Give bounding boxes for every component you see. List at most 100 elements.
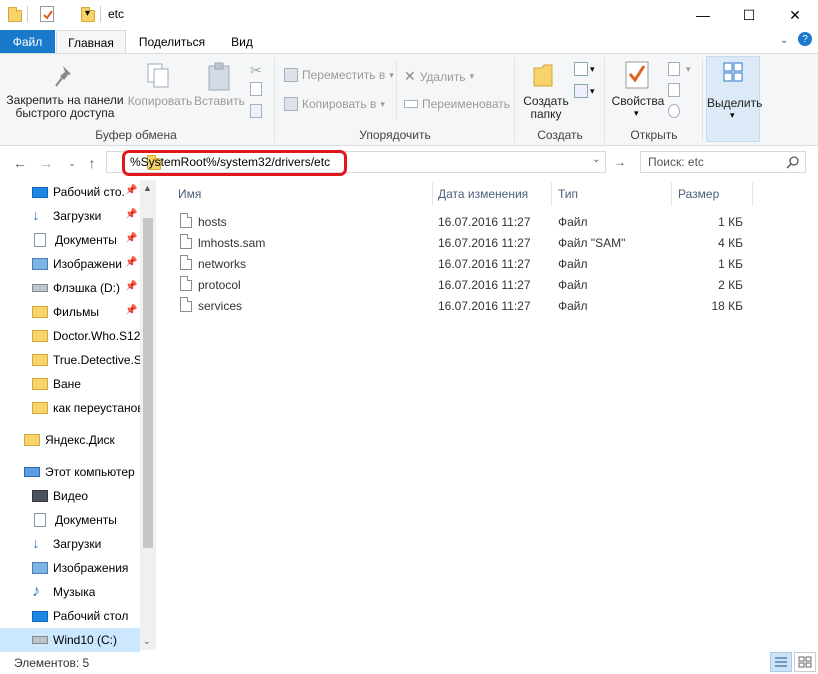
pin-icon (55, 66, 71, 87)
large-icons-view-button[interactable] (794, 652, 816, 672)
qat-dropdown-icon[interactable]: ▾ (85, 8, 90, 19)
file-icon (180, 276, 192, 291)
nav-item[interactable]: ♪ Музыка (0, 580, 140, 604)
file-row[interactable]: services 16.07.2016 11:27 Файл 18 КБ (170, 295, 755, 316)
nav-item-label: Документы (55, 233, 117, 247)
nav-item-label: Яндекс.Диск (45, 433, 115, 447)
properties-icon[interactable] (40, 6, 54, 22)
divider (100, 6, 101, 22)
nav-item-label: Музыка (53, 585, 96, 599)
nav-item[interactable]: Изображения (0, 556, 140, 580)
up-button[interactable]: ↑ (82, 153, 102, 173)
nav-item[interactable]: Документы (0, 228, 140, 252)
back-button[interactable]: ← (10, 153, 30, 173)
divider (432, 182, 433, 206)
folder-icon (32, 330, 48, 342)
nav-item[interactable]: ↓ Загрузки (0, 532, 140, 556)
nav-scroll-thumb[interactable] (143, 218, 153, 548)
collapse-ribbon-icon[interactable]: ⌄ (780, 35, 788, 46)
file-name: lmhosts.sam (198, 236, 266, 250)
copy-label: Копировать (127, 94, 193, 108)
file-name: hosts (198, 215, 227, 229)
copy-path-icon[interactable] (250, 82, 262, 96)
edit-icon[interactable] (668, 83, 680, 97)
file-type: Файл (558, 215, 588, 229)
recent-locations-icon[interactable]: ⌄ (62, 153, 82, 173)
file-row[interactable]: protocol 16.07.2016 11:27 Файл 2 КБ (170, 274, 755, 295)
tab-view[interactable]: Вид (220, 30, 264, 54)
help-icon[interactable]: ? (798, 32, 812, 46)
copy-to-label: Копировать в (302, 97, 377, 111)
nav-item-label: Doctor.Who.S12 (53, 329, 140, 343)
address-history-icon[interactable]: ⌄ (592, 154, 600, 165)
minimize-button[interactable]: — (680, 0, 726, 30)
tab-share[interactable]: Поделиться (132, 30, 212, 54)
go-icon[interactable]: → (608, 152, 632, 172)
column-date[interactable]: Дата изменения (438, 183, 548, 205)
forward-button[interactable]: → (36, 153, 56, 173)
large-icons-view-icon (798, 656, 812, 668)
easy-access-icon[interactable] (574, 84, 588, 98)
nav-item[interactable]: Рабочий стол (0, 604, 140, 628)
nav-item[interactable]: Этот компьютер (0, 460, 140, 484)
pin-icon: 📌 (125, 209, 138, 220)
scroll-up-icon[interactable]: ▲ (143, 183, 152, 193)
file-row[interactable]: lmhosts.sam 16.07.2016 11:27 Файл "SAM" 4 К… (170, 232, 755, 253)
nav-item[interactable]: Изображени (0, 252, 140, 276)
column-type[interactable]: Тип (558, 183, 668, 205)
scroll-down-icon[interactable]: ⌄ (143, 636, 151, 647)
paste-shortcut-icon[interactable] (250, 104, 262, 118)
nav-item[interactable]: Яндекс.Диск (0, 428, 140, 452)
move-to-button[interactable]: Переместить в ▾ (284, 68, 394, 82)
tab-home[interactable]: Главная (56, 30, 126, 54)
history-icon[interactable] (668, 104, 680, 118)
column-size[interactable]: Размер (678, 183, 748, 205)
select-button[interactable]: Выделить ▾ (706, 56, 762, 142)
nav-item-label: Рабочий сто. (53, 185, 125, 199)
rename-button[interactable]: Переименовать (404, 97, 510, 111)
details-view-button[interactable] (770, 652, 792, 672)
nav-item[interactable]: Рабочий сто. (0, 180, 140, 204)
nav-item[interactable]: Фильмы (0, 300, 140, 324)
column-name[interactable]: Имя (178, 183, 428, 205)
copy-button[interactable]: Копировать (126, 62, 194, 122)
new-folder-icon (533, 64, 553, 87)
pin-icon: 📌 (125, 305, 138, 316)
nav-item[interactable]: True.Detective.S (0, 348, 140, 372)
open-icon[interactable] (668, 62, 680, 76)
nav-item[interactable]: ↓ Загрузки (0, 204, 140, 228)
pin-icon: 📌 (125, 233, 138, 244)
nav-item[interactable]: Флэшка (D:) (0, 276, 140, 300)
nav-item[interactable]: Doctor.Who.S12 (0, 324, 140, 348)
nav-item[interactable]: Видео (0, 484, 140, 508)
chevron-down-icon[interactable]: ▾ (590, 86, 595, 97)
paste-button[interactable]: Вставить (194, 62, 245, 122)
tab-file[interactable]: Файл (0, 30, 55, 54)
address-path[interactable]: %SystemRoot%/system32/drivers/etc (130, 155, 330, 169)
chevron-down-icon[interactable]: ▾ (686, 64, 691, 75)
nav-item[interactable]: Wind10 (C:) (0, 628, 140, 652)
properties-button[interactable]: Свойства ▾ (610, 60, 666, 122)
chevron-down-icon[interactable]: ▾ (590, 64, 595, 75)
nav-item[interactable]: Документы (0, 508, 140, 532)
close-button[interactable]: ✕ (772, 0, 818, 30)
cut-icon[interactable]: ✂ (250, 62, 262, 79)
file-type: Файл (558, 299, 588, 313)
delete-button[interactable]: ✕ Удалить ▾ (404, 68, 474, 85)
rename-icon (404, 100, 418, 108)
folder-icon (32, 402, 48, 414)
file-row[interactable]: hosts 16.07.2016 11:27 Файл 1 КБ (170, 211, 755, 232)
new-item-icon[interactable] (574, 62, 588, 76)
nav-item[interactable]: как переустанов (0, 396, 140, 420)
divider (396, 60, 397, 120)
pin-quick-access-button[interactable]: Закрепить на панели быстрого доступа (4, 62, 126, 122)
copy-to-button[interactable]: Копировать в ▾ (284, 97, 385, 111)
file-date: 16.07.2016 11:27 (438, 257, 531, 271)
new-folder-button[interactable]: Создать папку (518, 60, 574, 122)
file-type: Файл (558, 278, 588, 292)
maximize-button[interactable]: ☐ (726, 0, 772, 30)
nav-item[interactable]: Ване (0, 372, 140, 396)
pin-icon: 📌 (125, 185, 138, 196)
file-row[interactable]: networks 16.07.2016 11:27 Файл 1 КБ (170, 253, 755, 274)
search-icon[interactable] (786, 155, 800, 169)
